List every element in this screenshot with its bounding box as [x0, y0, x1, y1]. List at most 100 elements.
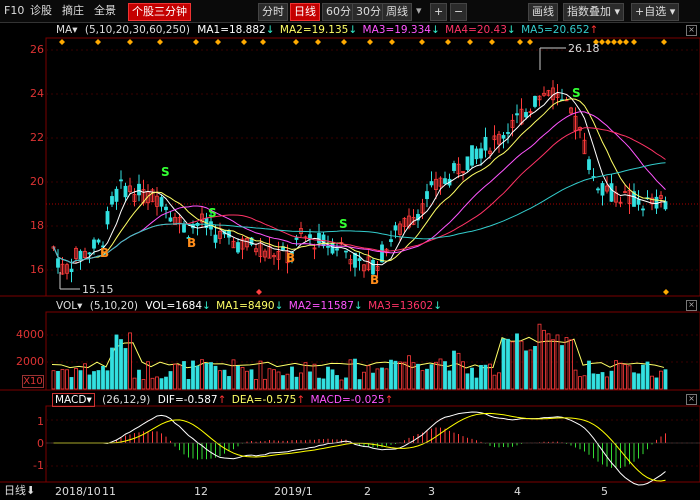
event-marker	[59, 39, 65, 45]
volume-bar	[357, 379, 362, 390]
down-arrow-icon: ⬇	[26, 484, 36, 497]
ma3-value: MA3=19.334	[362, 24, 431, 36]
volume-bar	[371, 372, 375, 390]
volume-bar	[218, 370, 222, 390]
volume-bar	[393, 360, 398, 390]
volume-bar	[186, 378, 191, 390]
event-marker	[661, 39, 667, 45]
event-marker	[341, 39, 347, 45]
candle-body	[641, 208, 645, 211]
price-panel-frame	[45, 37, 700, 297]
up-arrow-icon: ↑	[384, 394, 394, 406]
candle-body	[596, 188, 600, 191]
volume-bar	[249, 369, 254, 390]
candle-body	[87, 252, 92, 255]
volume-bar	[227, 376, 231, 390]
dif-value: DIF=-0.587	[157, 394, 218, 406]
high-price-label: 26.18	[568, 42, 600, 55]
volume-bar	[519, 340, 524, 390]
event-marker	[315, 39, 321, 45]
chevron-down-icon[interactable]: ▾	[77, 300, 82, 312]
volume-bar	[443, 361, 447, 390]
volume-bar	[74, 368, 78, 390]
volume-bar	[317, 377, 321, 390]
candle-body	[357, 258, 362, 262]
vol-ma1-value: MA1=8490	[216, 300, 275, 312]
volume-bar	[479, 365, 483, 390]
candle-body	[353, 252, 357, 268]
volume-bar	[164, 376, 168, 390]
candle-body	[470, 145, 474, 166]
volume-bar	[254, 379, 258, 390]
volume-bar	[407, 355, 411, 390]
candle-body	[110, 196, 114, 205]
date-tick: 4	[514, 485, 521, 498]
vol-indicator-label[interactable]: VOL	[56, 300, 77, 312]
candle-body	[119, 179, 123, 182]
event-marker	[467, 39, 473, 45]
moving-average-line	[53, 111, 666, 264]
volume-bar	[303, 362, 308, 390]
candle-body	[182, 224, 186, 233]
chevron-down-icon[interactable]: ▾	[72, 24, 77, 36]
volume-bar	[429, 364, 434, 390]
volume-bar	[533, 345, 537, 390]
candle-body	[533, 95, 537, 107]
candle-body	[56, 258, 60, 268]
volume-bar	[528, 349, 533, 390]
macd-params: (26,12,9)	[102, 394, 151, 406]
event-marker	[256, 289, 262, 295]
volume-bar	[339, 379, 344, 390]
close-icon[interactable]: ×	[686, 394, 697, 405]
candle-body	[443, 178, 447, 184]
volume-bar	[272, 369, 276, 390]
down-arrow-icon: ↓	[202, 300, 211, 312]
candle-body	[515, 113, 519, 116]
volume-bar	[150, 377, 155, 390]
buy-signal: B	[370, 273, 379, 287]
close-icon[interactable]: ×	[686, 25, 697, 36]
volume-axis-label: 4000	[16, 328, 44, 341]
chevron-down-icon: ▾	[86, 394, 92, 406]
candle-body	[663, 201, 668, 210]
volume-bar	[123, 348, 128, 390]
date-tick: 12	[194, 485, 208, 498]
volume-bar	[587, 360, 591, 390]
candle-body	[96, 239, 101, 243]
kline-chart[interactable]: S S S S B B B B 26.18 15.15	[0, 0, 700, 500]
volume-bar	[132, 377, 137, 390]
volume-bar	[155, 376, 159, 390]
price-axis-label: 20	[30, 175, 44, 188]
ma-indicator-label[interactable]: MA	[56, 24, 72, 36]
candle-body	[137, 183, 141, 196]
down-arrow-icon: ↓	[430, 24, 440, 36]
volume-bar	[101, 366, 105, 390]
volume-bar	[398, 361, 402, 390]
date-axis: 日线⬇ 2018/10 11 12 2019/1 2 3 4 5	[0, 484, 700, 500]
volume-bar	[137, 369, 141, 390]
close-icon[interactable]: ×	[686, 300, 697, 311]
candle-body	[425, 191, 429, 200]
event-marker	[663, 289, 669, 295]
candle-body	[317, 233, 321, 244]
macd-indicator-label: MACD	[55, 394, 87, 406]
period-indicator[interactable]: 日线⬇	[4, 482, 35, 498]
macd-indicator-dropdown[interactable]: MACD▾	[52, 393, 95, 407]
candle-body	[105, 211, 110, 225]
volume-bar	[78, 370, 83, 390]
volume-bar	[330, 369, 335, 390]
candle-body	[636, 199, 641, 205]
volume-bar	[447, 370, 452, 390]
volume-bar	[51, 370, 56, 390]
price-axis-label: 24	[30, 87, 44, 100]
candle-body	[69, 268, 74, 273]
date-tick: 3	[428, 485, 435, 498]
volume-bar	[425, 368, 429, 390]
candle-body	[524, 111, 528, 118]
volume-bar	[600, 372, 605, 390]
event-marker	[293, 39, 299, 45]
volume-bar	[222, 369, 227, 390]
volume-bar	[204, 363, 209, 390]
volume-bar	[96, 370, 101, 390]
sell-signal: S	[208, 206, 217, 220]
